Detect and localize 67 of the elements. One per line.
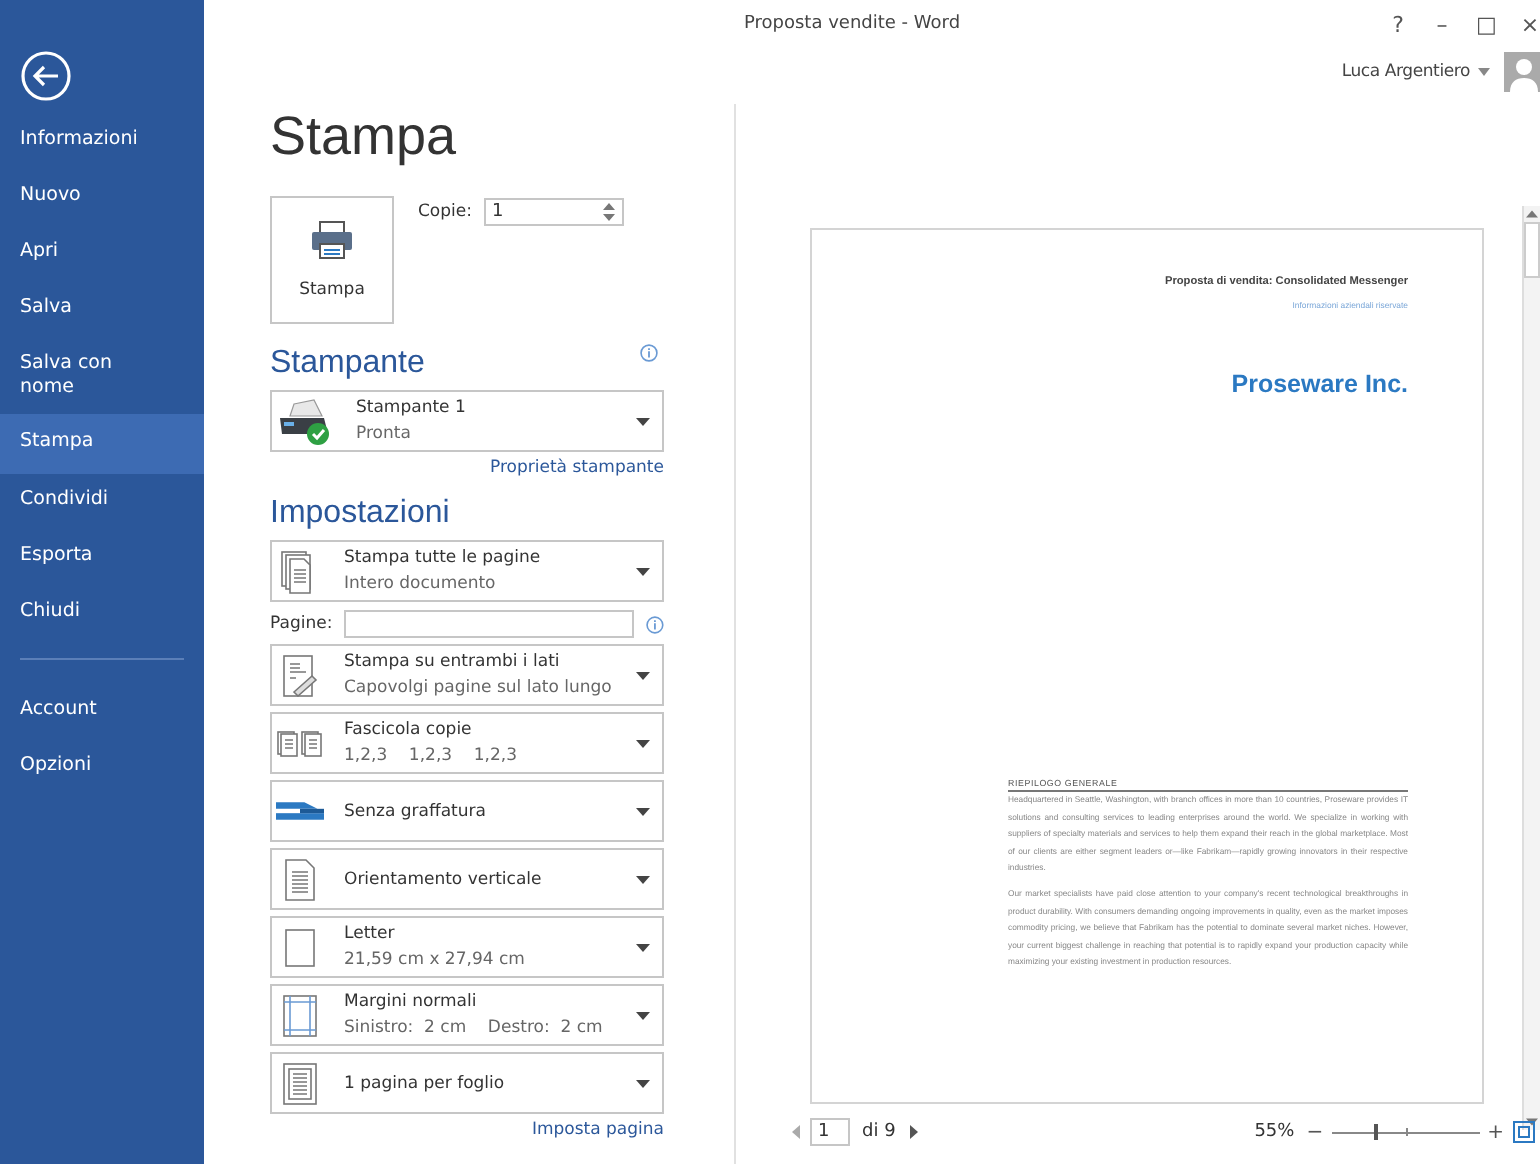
sidebar-item[interactable]: Informazioni xyxy=(0,114,168,170)
page-count: di 9 xyxy=(862,1122,896,1142)
sidebar-item[interactable]: Chiudi xyxy=(0,586,168,642)
printer-properties-link[interactable]: Proprietà stampante xyxy=(489,458,664,478)
scrollbar-thumb[interactable] xyxy=(1524,222,1540,278)
company-name: Proseware Inc. xyxy=(1231,370,1408,398)
window-title: Proposta vendite - Word xyxy=(744,14,961,34)
window-control[interactable]: × xyxy=(1520,11,1540,37)
caret-icon xyxy=(636,1011,650,1019)
avatar-icon[interactable] xyxy=(1504,52,1540,92)
copies-field[interactable]: 1 xyxy=(484,198,624,226)
sidebar-item[interactable]: Account xyxy=(0,684,168,740)
zoom-level[interactable]: 55% xyxy=(1254,1122,1295,1142)
sidebar-item[interactable]: Opzioni xyxy=(0,740,168,796)
settings-dropdown[interactable]: Stampa su entrambi i lati Capovolgi pagine sul lato lungo xyxy=(270,644,664,706)
page-number-field[interactable]: 1 xyxy=(810,1118,850,1146)
caret-icon xyxy=(636,671,650,679)
printer-icon xyxy=(310,220,354,260)
sidebar-item[interactable]: Condividi xyxy=(0,474,168,530)
info-icon[interactable] xyxy=(640,344,658,362)
zoom-in-button[interactable]: + xyxy=(1487,1121,1504,1143)
caret-icon xyxy=(636,567,650,575)
window-control[interactable]: □ xyxy=(1476,11,1496,37)
printer-dropdown[interactable]: Stampante 1 Pronta xyxy=(270,390,664,452)
spinner-icon[interactable] xyxy=(602,200,616,224)
section-heading: Stampante xyxy=(270,344,425,384)
sidebar-item[interactable]: Salva xyxy=(0,282,168,338)
window-control[interactable]: ? xyxy=(1388,11,1408,37)
pages-field[interactable] xyxy=(344,610,635,638)
sidebar-item[interactable]: Nuovo xyxy=(0,170,168,226)
caret-icon xyxy=(636,943,650,951)
scroll-up-icon[interactable] xyxy=(1526,210,1538,218)
print-button[interactable]: Stampa xyxy=(270,196,394,324)
scroll-down-icon[interactable] xyxy=(1526,1118,1538,1126)
pages-label: Pagine: xyxy=(270,614,333,634)
caret-icon xyxy=(636,739,650,747)
caret-icon[interactable] xyxy=(1478,68,1490,76)
sidebar-item[interactable]: Apri xyxy=(0,226,168,282)
caret-icon xyxy=(636,417,650,425)
zoom-out-button[interactable]: − xyxy=(1306,1121,1324,1143)
settings-dropdown[interactable]: 1 pagina per foglio xyxy=(270,1052,664,1114)
window-control[interactable]: – xyxy=(1432,11,1452,37)
settings-dropdown[interactable]: Letter 21,59 cm x 27,94 cm xyxy=(270,916,664,978)
fit-page-icon[interactable] xyxy=(1512,1120,1536,1144)
sidebar-item[interactable]: Salva con nome xyxy=(0,338,168,414)
settings-dropdown[interactable]: Senza graffatura xyxy=(270,780,664,842)
settings-dropdown[interactable]: Orientamento verticale xyxy=(270,848,664,910)
caret-icon xyxy=(636,807,650,815)
stapler-icon xyxy=(276,802,324,820)
sidebar-item[interactable]: Esporta xyxy=(0,530,168,586)
page-setup-link[interactable]: Imposta pagina xyxy=(531,1120,664,1140)
section-heading: Impostazioni xyxy=(270,494,452,534)
user-name[interactable]: Luca Argentiero xyxy=(1341,62,1470,82)
zoom-slider[interactable] xyxy=(1331,1122,1480,1142)
copies-label: Copie: xyxy=(418,202,472,222)
settings-dropdown[interactable]: Stampa tutte le pagine Intero documento xyxy=(270,540,664,602)
back-icon[interactable] xyxy=(20,50,72,102)
settings-dropdown[interactable]: Margini normali Sinistro: 2 cm Destro: 2 cm xyxy=(270,984,664,1046)
scrollbar-track[interactable] xyxy=(1522,206,1540,1130)
page-title: Stampa xyxy=(270,104,459,168)
next-page-icon[interactable] xyxy=(907,1124,920,1140)
settings-dropdown[interactable]: Fascicola copie 1,2,3 1,2,3 1,2,3 xyxy=(270,712,664,774)
sidebar-item[interactable]: Stampa xyxy=(0,414,204,474)
info-icon[interactable] xyxy=(646,615,664,633)
previous-page-icon[interactable] xyxy=(790,1124,802,1140)
caret-icon xyxy=(636,875,650,883)
caret-icon xyxy=(636,1079,650,1087)
